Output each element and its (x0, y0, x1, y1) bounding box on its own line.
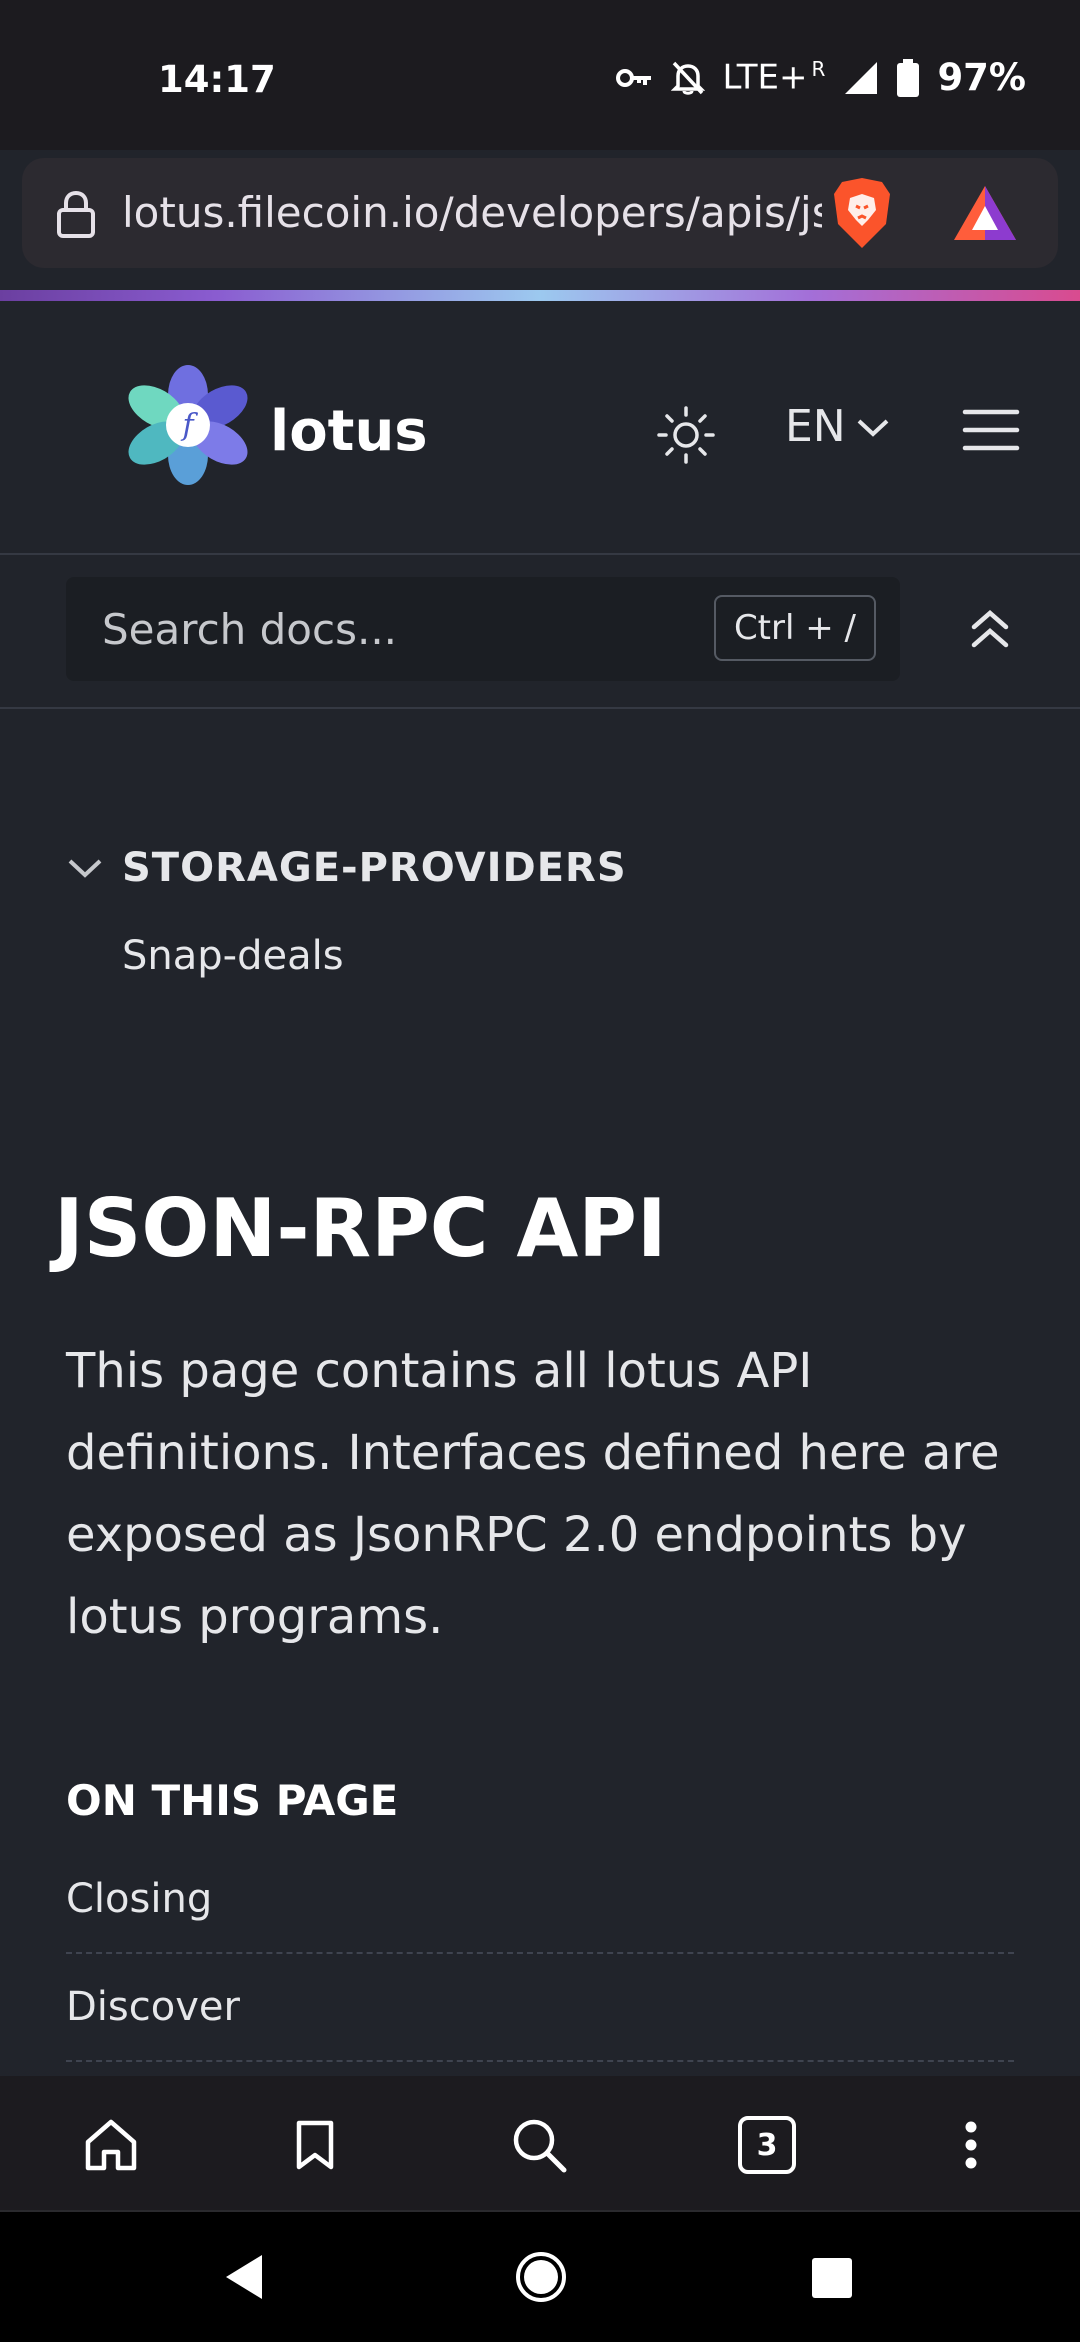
tab-count-badge: 3 (738, 2116, 796, 2174)
toc-list: Closing Discover (66, 1846, 1014, 2062)
network-type: LTE+ R (722, 57, 826, 98)
language-selector[interactable]: EN (785, 401, 890, 452)
brave-shields-icon[interactable] (830, 176, 894, 250)
notifications-off-icon (670, 61, 705, 95)
status-bar: 14:17 LTE+ R 97% (0, 0, 1080, 150)
page-title: JSON-RPC API (54, 1182, 667, 1275)
search-placeholder: Search docs... (102, 605, 398, 654)
search-icon (513, 2119, 567, 2173)
recents-icon[interactable] (810, 2256, 854, 2300)
roaming-indicator: R (811, 57, 826, 82)
status-icons: LTE+ R 97% (615, 56, 1026, 99)
battery-icon (897, 58, 920, 97)
more-vert-icon (965, 2121, 977, 2169)
home-circle-icon[interactable] (514, 2250, 568, 2304)
browser-bottom-toolbar: 3 (0, 2076, 1080, 2210)
chevron-down-icon (68, 859, 102, 878)
language-label: EN (785, 401, 846, 452)
home-button[interactable] (76, 2110, 146, 2180)
sidebar-item-snap-deals[interactable]: Snap-deals (122, 933, 344, 979)
signal-icon (845, 61, 878, 94)
toc-title: ON THIS PAGE (66, 1776, 399, 1825)
theme-toggle-sun-icon[interactable] (656, 405, 716, 465)
status-time: 14:17 (158, 58, 276, 101)
logo-text[interactable]: lotus (270, 399, 428, 464)
toc-item-discover[interactable]: Discover (66, 1954, 1014, 2062)
page-load-gradient (0, 290, 1080, 301)
bookmark-icon (296, 2120, 334, 2170)
search-button[interactable] (504, 2110, 574, 2180)
lock-icon[interactable] (56, 190, 96, 238)
collapse-double-chevron-up-icon[interactable] (968, 605, 1012, 653)
toc-item-closing[interactable]: Closing (66, 1846, 1014, 1954)
system-navigation-bar (0, 2210, 1080, 2342)
brave-rewards-icon[interactable] (952, 184, 1018, 242)
search-area: Search docs... Ctrl + / (0, 555, 1080, 709)
chevron-down-icon (857, 419, 889, 437)
more-menu-button[interactable] (936, 2110, 1006, 2180)
page-intro: This page contains all lotus API definit… (66, 1343, 1000, 1645)
sidebar-section-header[interactable]: STORAGE-PROVIDERS (66, 845, 627, 891)
home-icon (85, 2119, 137, 2171)
tabs-button[interactable]: 3 (732, 2110, 802, 2180)
hamburger-menu-icon[interactable] (962, 407, 1020, 453)
search-shortcut-hint: Ctrl + / (713, 595, 876, 661)
sidebar-section-title: STORAGE-PROVIDERS (122, 845, 627, 891)
back-icon[interactable] (222, 2252, 266, 2302)
vpn-key-icon (615, 68, 651, 87)
url-text[interactable]: lotus.filecoin.io/developers/apis/json-r… (122, 188, 822, 237)
site-header: f lotus EN (0, 301, 1080, 555)
lotus-logo-icon[interactable]: f (118, 365, 258, 485)
battery-percent: 97% (937, 56, 1026, 99)
bookmarks-button[interactable] (280, 2110, 350, 2180)
search-input[interactable]: Search docs... Ctrl + / (66, 577, 900, 681)
address-bar[interactable]: lotus.filecoin.io/developers/apis/json-r… (22, 158, 1058, 268)
